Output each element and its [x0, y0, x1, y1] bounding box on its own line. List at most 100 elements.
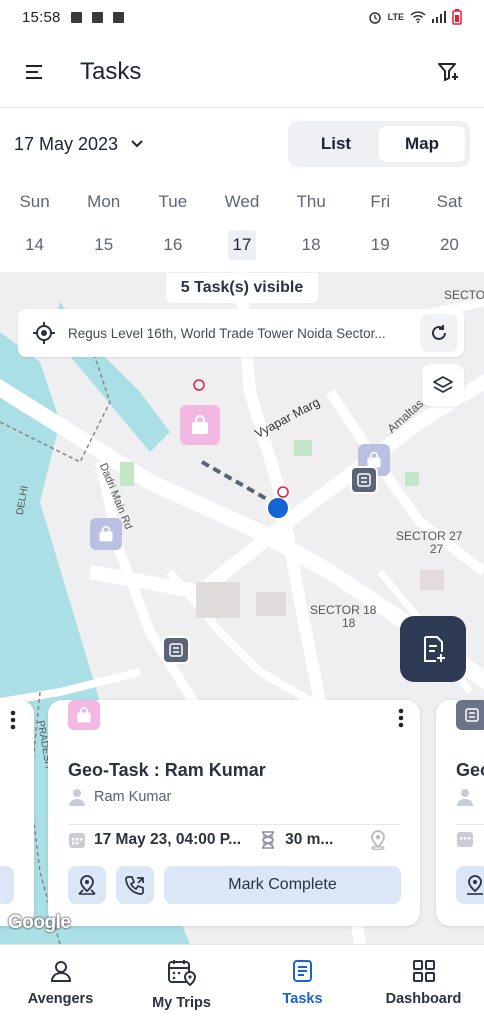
day-sun[interactable]: Sun 14 — [0, 184, 69, 270]
person-icon — [50, 961, 71, 982]
hamburger-icon[interactable] — [24, 64, 44, 80]
location-bar: Regus Level 16th, World Trade Tower Noid… — [18, 309, 464, 357]
view-toggle: List Map — [288, 121, 470, 167]
day-name: Thu — [296, 192, 326, 211]
shopping-bag-icon — [77, 706, 91, 723]
crosshair-icon[interactable] — [32, 321, 56, 345]
battery-icon — [452, 9, 462, 25]
mark-complete-button[interactable]: Mark Complete — [164, 866, 401, 904]
current-address: Regus Level 16th, World Trade Tower Noid… — [68, 325, 386, 341]
notification-icon — [70, 11, 82, 23]
map-label-sector-top: SECTO — [444, 288, 484, 302]
divider — [68, 824, 400, 825]
day-tue[interactable]: Tue 16 — [138, 184, 207, 270]
app-header: Tasks — [0, 36, 484, 108]
bottom-navigation: Avengers My Trips Tasks Dashboard — [0, 944, 484, 1024]
add-task-button[interactable] — [400, 616, 466, 682]
status-bar: 15:58 LTE — [0, 0, 484, 34]
hourglass-icon — [262, 831, 275, 849]
more-vertical-icon[interactable] — [398, 708, 404, 728]
layers-icon — [433, 376, 453, 393]
task-pin[interactable] — [162, 636, 190, 664]
task-pin[interactable] — [180, 405, 220, 445]
calendar-map-icon — [167, 960, 196, 987]
refresh-button[interactable] — [420, 314, 458, 352]
checklist-icon — [169, 643, 183, 657]
nav-tasks[interactable]: Tasks — [242, 945, 363, 1024]
notification-icon — [112, 11, 124, 23]
card-action-button[interactable] — [0, 866, 14, 904]
location-pin-icon — [371, 830, 386, 850]
grid-icon — [412, 960, 435, 982]
day-name: Sat — [436, 192, 463, 211]
task-title: Geo — [456, 760, 484, 780]
add-document-icon — [424, 636, 445, 662]
day-sat[interactable]: Sat 20 — [415, 184, 484, 270]
phone-icon — [125, 876, 144, 895]
date-row: 17 May 2023 List Map — [0, 116, 484, 172]
week-strip: Sun 14 Mon 15 Tue 16 Wed 17 Thu 18 Fri 19 Sat 2… — [0, 184, 484, 270]
map-view-button[interactable]: Map — [379, 126, 465, 162]
wifi-icon — [410, 11, 426, 23]
visible-tasks-count: 5 Task(s) visible — [166, 273, 318, 303]
date-selector-label[interactable]: 17 May 2023 — [14, 134, 118, 155]
task-meta — [456, 830, 474, 848]
person-icon — [457, 789, 473, 806]
task-card-next[interactable]: Geo — [436, 700, 484, 926]
day-date: 14 — [25, 235, 45, 254]
filter-icon[interactable] — [436, 60, 460, 84]
calendar-icon — [457, 832, 473, 847]
day-fri[interactable]: Fri 19 — [346, 184, 415, 270]
google-attribution: Google — [8, 912, 71, 933]
map-pin-icon — [467, 875, 483, 895]
nav-avengers[interactable]: Avengers — [0, 945, 121, 1024]
chevron-down-icon[interactable] — [130, 139, 144, 149]
list-view-button[interactable]: List — [293, 126, 379, 162]
call-button[interactable] — [116, 866, 154, 904]
nav-my-trips[interactable]: My Trips — [121, 945, 242, 1024]
nav-dashboard[interactable]: Dashboard — [363, 945, 484, 1024]
task-meta: 17 May 23, 04:00 P... 30 m... — [68, 830, 387, 850]
task-actions — [456, 866, 484, 904]
day-name: Mon — [87, 192, 121, 211]
task-type-badge — [68, 700, 100, 730]
task-pin[interactable] — [90, 518, 122, 550]
nav-label: My Trips — [152, 995, 211, 1011]
nav-label: Avengers — [27, 991, 94, 1007]
map-pin-icon — [78, 875, 96, 895]
task-card[interactable]: Geo-Task : Ram Kumar Ram Kumar 17 May 23… — [48, 700, 420, 926]
status-time: 15:58 — [22, 8, 61, 26]
day-date: 18 — [301, 235, 321, 254]
map-view[interactable]: 5 Task(s) visible Regus Level 16th, Worl… — [0, 272, 484, 944]
navigate-button[interactable] — [456, 866, 484, 904]
task-duration: 30 m... — [285, 831, 334, 848]
shopping-bag-icon — [192, 415, 208, 434]
task-card-previous[interactable] — [0, 700, 34, 926]
task-assignee — [456, 788, 474, 806]
status-icons: LTE — [368, 9, 462, 25]
nav-label: Dashboard — [385, 991, 462, 1007]
notification-icon — [91, 11, 103, 23]
divider — [456, 824, 484, 825]
alarm-icon — [368, 12, 381, 24]
more-vertical-icon[interactable] — [10, 710, 16, 730]
checklist-icon — [357, 473, 371, 487]
day-thu[interactable]: Thu 18 — [277, 184, 346, 270]
map-layers-button[interactable] — [422, 364, 464, 406]
calendar-icon — [69, 833, 85, 848]
nav-label: Tasks — [282, 991, 323, 1007]
task-assignee: Ram Kumar — [68, 788, 171, 806]
day-wed[interactable]: Wed 17 — [207, 184, 276, 270]
task-datetime: 17 May 23, 04:00 P... — [94, 831, 242, 848]
assignee-name: Ram Kumar — [94, 789, 172, 805]
task-pin[interactable] — [350, 466, 378, 494]
task-type-badge — [456, 700, 484, 730]
day-mon[interactable]: Mon 15 — [69, 184, 138, 270]
screen: 15:58 LTE Tasks 17 May 2023 List Map Sun… — [0, 0, 484, 1024]
day-name: Wed — [224, 192, 260, 211]
page-title: Tasks — [80, 57, 142, 85]
day-date: 19 — [370, 235, 390, 254]
document-icon — [292, 960, 312, 982]
navigate-button[interactable] — [68, 866, 106, 904]
map-label-sector27-num: 27 — [430, 542, 444, 556]
